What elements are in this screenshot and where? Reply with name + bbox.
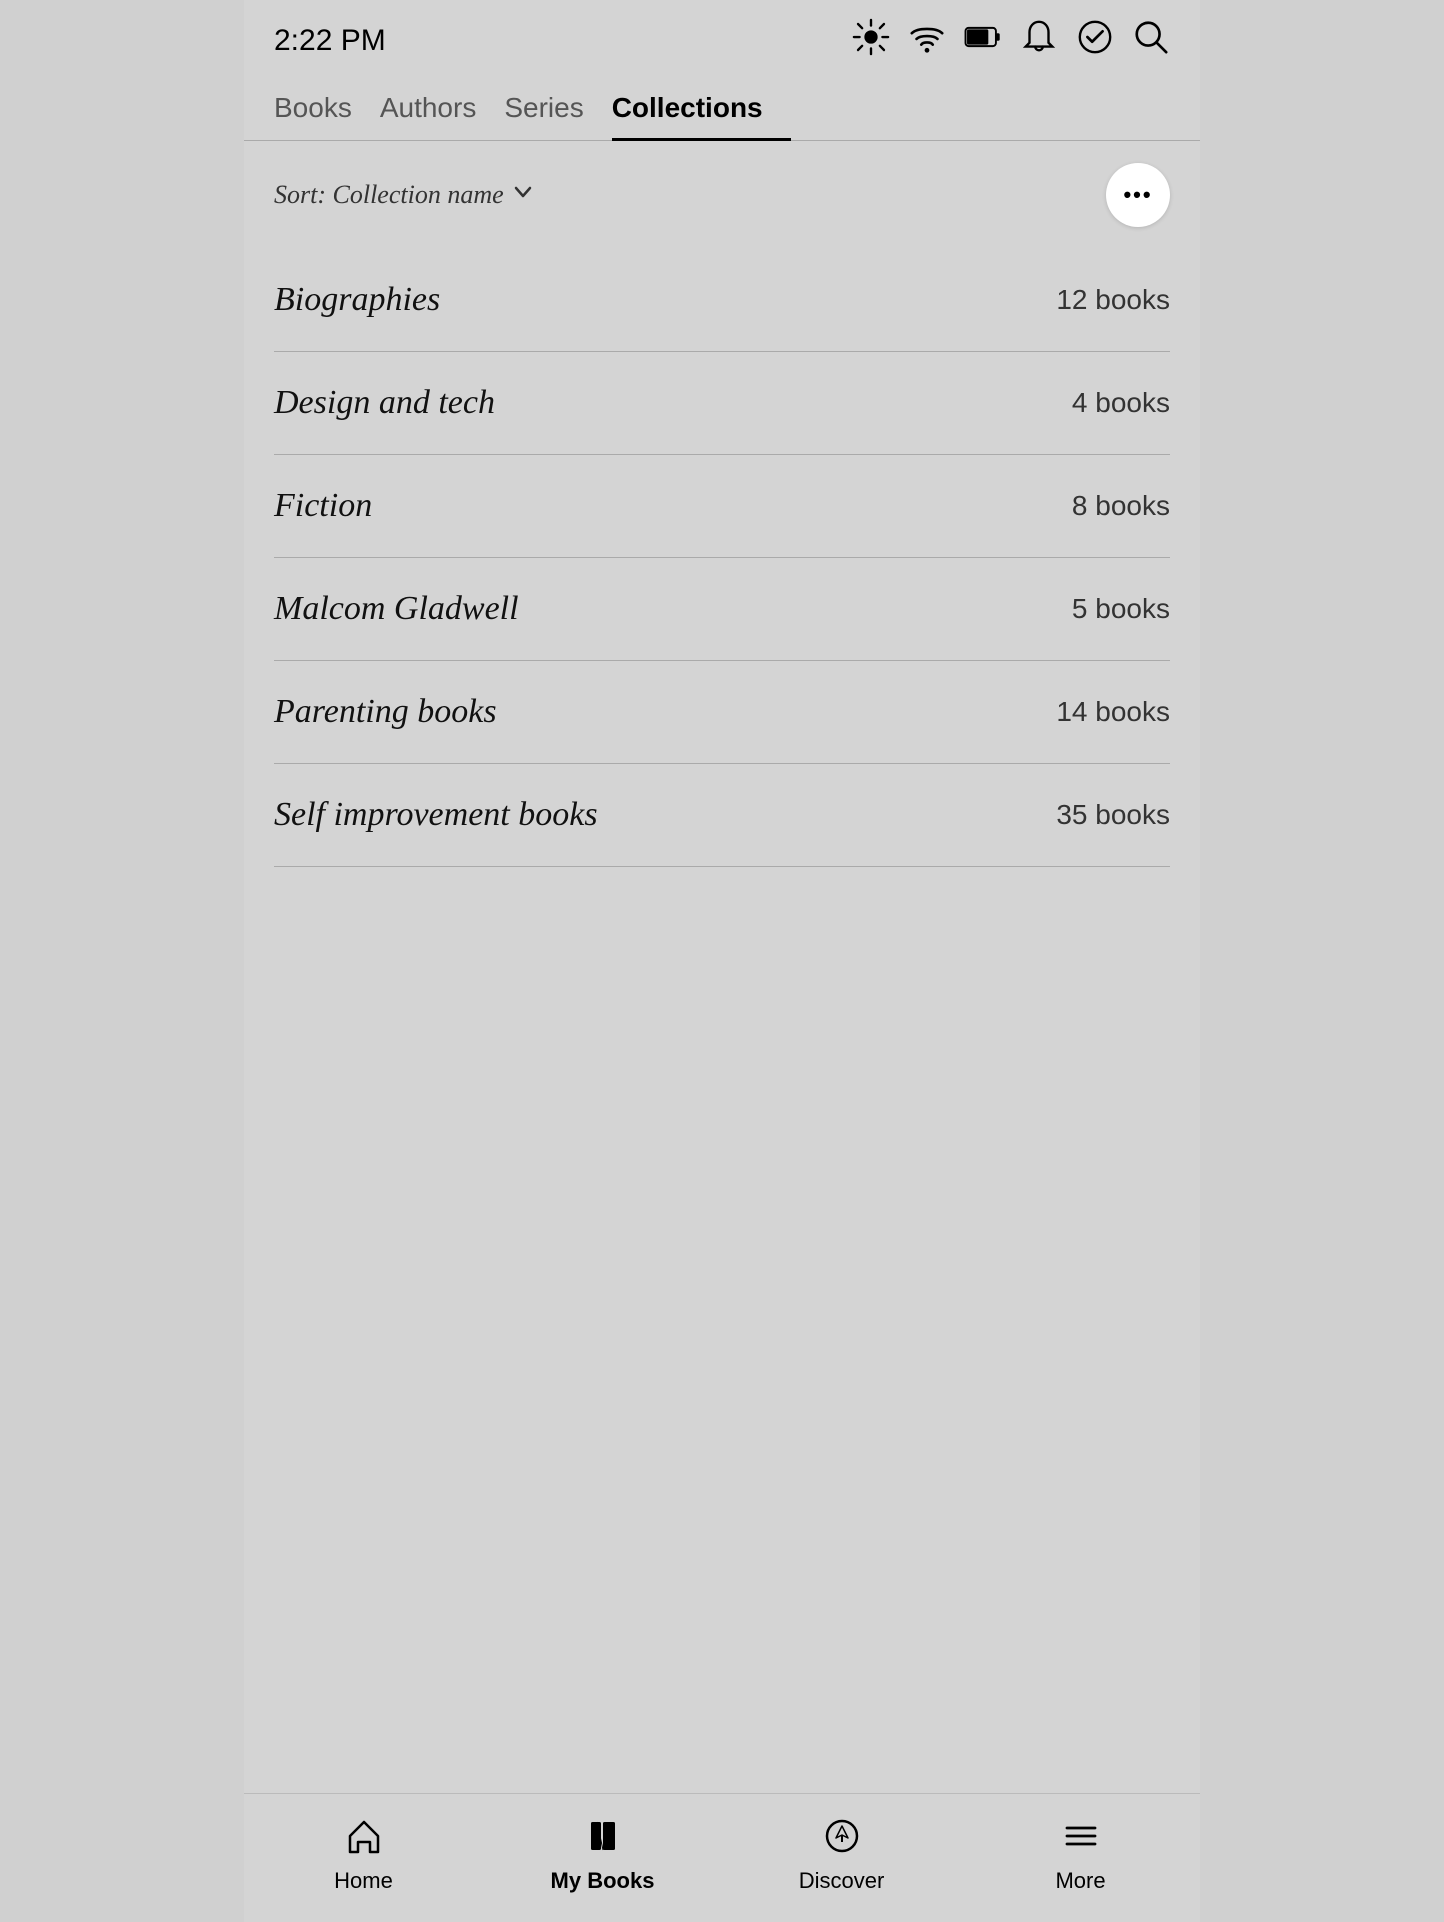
collection-item-fiction[interactable]: Fiction 8 books xyxy=(274,455,1170,558)
mybooks-label: My Books xyxy=(551,1868,655,1894)
tab-collections[interactable]: Collections xyxy=(612,74,791,141)
collection-name: Fiction xyxy=(274,487,372,525)
collection-item-self-improvement[interactable]: Self improvement books 35 books xyxy=(274,764,1170,867)
collection-name: Parenting books xyxy=(274,693,497,731)
tab-books[interactable]: Books xyxy=(274,74,380,141)
notifications-icon xyxy=(1020,18,1058,64)
home-label: Home xyxy=(334,1868,393,1894)
collection-count: 12 books xyxy=(1056,284,1170,316)
more-options-button[interactable]: ••• xyxy=(1106,163,1170,227)
collection-name: Self improvement books xyxy=(274,796,598,834)
sort-bar: Sort: Collection name ••• xyxy=(244,141,1200,249)
collection-count: 14 books xyxy=(1056,696,1170,728)
wifi-icon xyxy=(908,18,946,64)
status-icons xyxy=(852,18,1170,64)
books-icon xyxy=(583,1816,623,1862)
collection-item-gladwell[interactable]: Malcom Gladwell 5 books xyxy=(274,558,1170,661)
collection-item-design[interactable]: Design and tech 4 books xyxy=(274,352,1170,455)
battery-icon xyxy=(964,18,1002,64)
nav-tabs: Books Authors Series Collections xyxy=(244,74,1200,141)
discover-label: Discover xyxy=(799,1868,885,1894)
menu-icon xyxy=(1061,1816,1101,1862)
bottom-nav-home[interactable]: Home xyxy=(244,1808,483,1902)
bottom-nav-more[interactable]: More xyxy=(961,1808,1200,1902)
collections-list: Biographies 12 books Design and tech 4 b… xyxy=(244,249,1200,1922)
brightness-icon xyxy=(852,18,890,64)
home-icon xyxy=(344,1816,384,1862)
collection-name: Malcom Gladwell xyxy=(274,590,519,628)
status-time: 2:22 PM xyxy=(274,24,386,58)
compass-icon xyxy=(822,1816,862,1862)
screen: 2:22 PM xyxy=(244,0,1200,1922)
collection-name: Design and tech xyxy=(274,384,495,422)
sort-button[interactable]: Sort: Collection name xyxy=(274,180,534,210)
search-icon[interactable] xyxy=(1132,18,1170,64)
collection-item-parenting[interactable]: Parenting books 14 books xyxy=(274,661,1170,764)
more-dots-icon: ••• xyxy=(1123,182,1152,208)
tab-series[interactable]: Series xyxy=(504,74,611,141)
collection-item-biographies[interactable]: Biographies 12 books xyxy=(274,249,1170,352)
sort-label-text: Sort: Collection name xyxy=(274,180,504,210)
collection-count: 4 books xyxy=(1072,387,1170,419)
bottom-nav-mybooks[interactable]: My Books xyxy=(483,1808,722,1902)
tab-authors[interactable]: Authors xyxy=(380,74,505,141)
collection-name: Biographies xyxy=(274,281,440,319)
more-label: More xyxy=(1055,1868,1105,1894)
collection-count: 8 books xyxy=(1072,490,1170,522)
chevron-down-icon xyxy=(512,181,534,209)
status-bar: 2:22 PM xyxy=(244,0,1200,74)
sync-icon xyxy=(1076,18,1114,64)
collection-count: 35 books xyxy=(1056,799,1170,831)
collection-count: 5 books xyxy=(1072,593,1170,625)
bottom-nav-discover[interactable]: Discover xyxy=(722,1808,961,1902)
bottom-nav: Home My Books Discover xyxy=(244,1793,1200,1922)
